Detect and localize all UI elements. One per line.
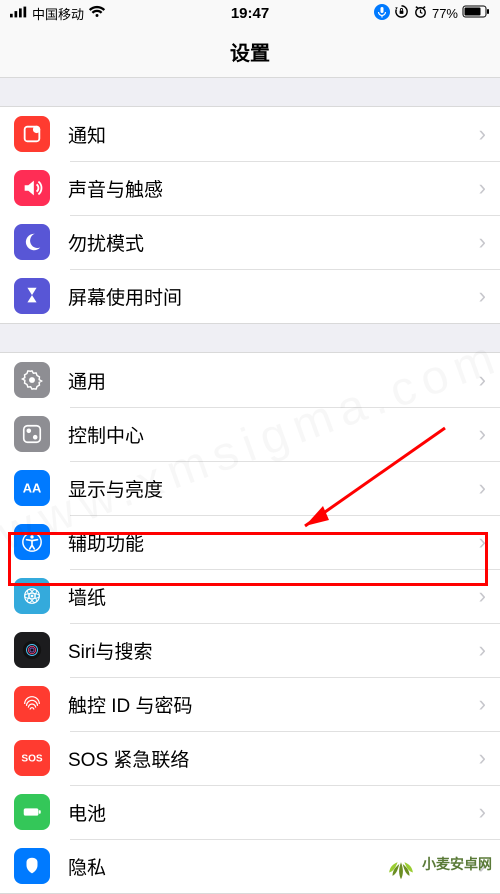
settings-group-2: 通用 › 控制中心 › AA 显示与亮度 › 辅助功能 › 墙纸 › Siri与… xyxy=(0,352,500,894)
row-label: 通知 xyxy=(68,121,479,148)
row-label: SOS 紧急联络 xyxy=(68,745,479,772)
row-accessibility[interactable]: 辅助功能 › xyxy=(0,515,500,569)
wallpaper-icon xyxy=(14,578,50,614)
notifications-icon xyxy=(14,116,50,152)
row-screentime[interactable]: 屏幕使用时间 › xyxy=(0,269,500,323)
carrier-label: 中国移动 xyxy=(32,4,84,23)
row-privacy[interactable]: 隐私 › xyxy=(0,839,500,893)
row-sounds[interactable]: 声音与触感 › xyxy=(0,161,500,215)
row-label: Siri与搜索 xyxy=(68,637,479,664)
row-label: 显示与亮度 xyxy=(68,475,479,502)
general-icon xyxy=(14,362,50,398)
row-sos[interactable]: SOS SOS 紧急联络 › xyxy=(0,731,500,785)
chevron-right-icon: › xyxy=(479,745,486,771)
chevron-right-icon: › xyxy=(479,175,486,201)
battery-pct: 77% xyxy=(432,6,458,21)
signal-icon xyxy=(10,5,28,21)
row-dnd[interactable]: 勿扰模式 › xyxy=(0,215,500,269)
row-wallpaper[interactable]: 墙纸 › xyxy=(0,569,500,623)
battery-icon xyxy=(462,5,490,21)
page-title: 设置 xyxy=(230,37,270,66)
orientation-lock-icon xyxy=(394,4,409,22)
row-label: 电池 xyxy=(68,799,479,826)
siri-icon xyxy=(14,632,50,668)
row-display[interactable]: AA 显示与亮度 › xyxy=(0,461,500,515)
chevron-right-icon: › xyxy=(479,799,486,825)
display-icon: AA xyxy=(14,470,50,506)
status-bar: 中国移动 19:47 77% xyxy=(0,0,500,26)
row-battery[interactable]: 电池 › xyxy=(0,785,500,839)
privacy-icon xyxy=(14,848,50,884)
row-label: 触控 ID 与密码 xyxy=(68,691,479,718)
sounds-icon xyxy=(14,170,50,206)
row-label: 通用 xyxy=(68,367,479,394)
alarm-icon xyxy=(413,4,428,22)
touchid-icon xyxy=(14,686,50,722)
chevron-right-icon: › xyxy=(479,853,486,879)
status-time: 19:47 xyxy=(231,5,269,22)
chevron-right-icon: › xyxy=(479,421,486,447)
row-label: 控制中心 xyxy=(68,421,479,448)
chevron-right-icon: › xyxy=(479,691,486,717)
svg-text:SOS: SOS xyxy=(21,754,43,765)
accessibility-icon xyxy=(14,524,50,560)
row-label: 墙纸 xyxy=(68,583,479,610)
row-general[interactable]: 通用 › xyxy=(0,353,500,407)
chevron-right-icon: › xyxy=(479,637,486,663)
row-label: 屏幕使用时间 xyxy=(68,283,479,310)
chevron-right-icon: › xyxy=(479,229,486,255)
voice-icon xyxy=(374,4,390,23)
svg-text:AA: AA xyxy=(23,481,42,496)
chevron-right-icon: › xyxy=(479,529,486,555)
row-label: 声音与触感 xyxy=(68,175,479,202)
row-siri[interactable]: Siri与搜索 › xyxy=(0,623,500,677)
wifi-icon xyxy=(88,5,106,21)
dnd-icon xyxy=(14,224,50,260)
chevron-right-icon: › xyxy=(479,475,486,501)
row-controlcenter[interactable]: 控制中心 › xyxy=(0,407,500,461)
sos-icon: SOS xyxy=(14,740,50,776)
chevron-right-icon: › xyxy=(479,583,486,609)
row-label: 隐私 xyxy=(68,853,479,880)
status-left: 中国移动 xyxy=(10,4,106,23)
screentime-icon xyxy=(14,278,50,314)
chevron-right-icon: › xyxy=(479,283,486,309)
row-notifications[interactable]: 通知 › xyxy=(0,107,500,161)
chevron-right-icon: › xyxy=(479,367,486,393)
controlcenter-icon xyxy=(14,416,50,452)
battery-row-icon xyxy=(14,794,50,830)
settings-group-1: 通知 › 声音与触感 › 勿扰模式 › 屏幕使用时间 › xyxy=(0,106,500,324)
row-label: 勿扰模式 xyxy=(68,229,479,256)
page-title-bar: 设置 xyxy=(0,26,500,78)
status-right: 77% xyxy=(374,4,490,23)
chevron-right-icon: › xyxy=(479,121,486,147)
row-touchid[interactable]: 触控 ID 与密码 › xyxy=(0,677,500,731)
row-label: 辅助功能 xyxy=(68,529,479,556)
